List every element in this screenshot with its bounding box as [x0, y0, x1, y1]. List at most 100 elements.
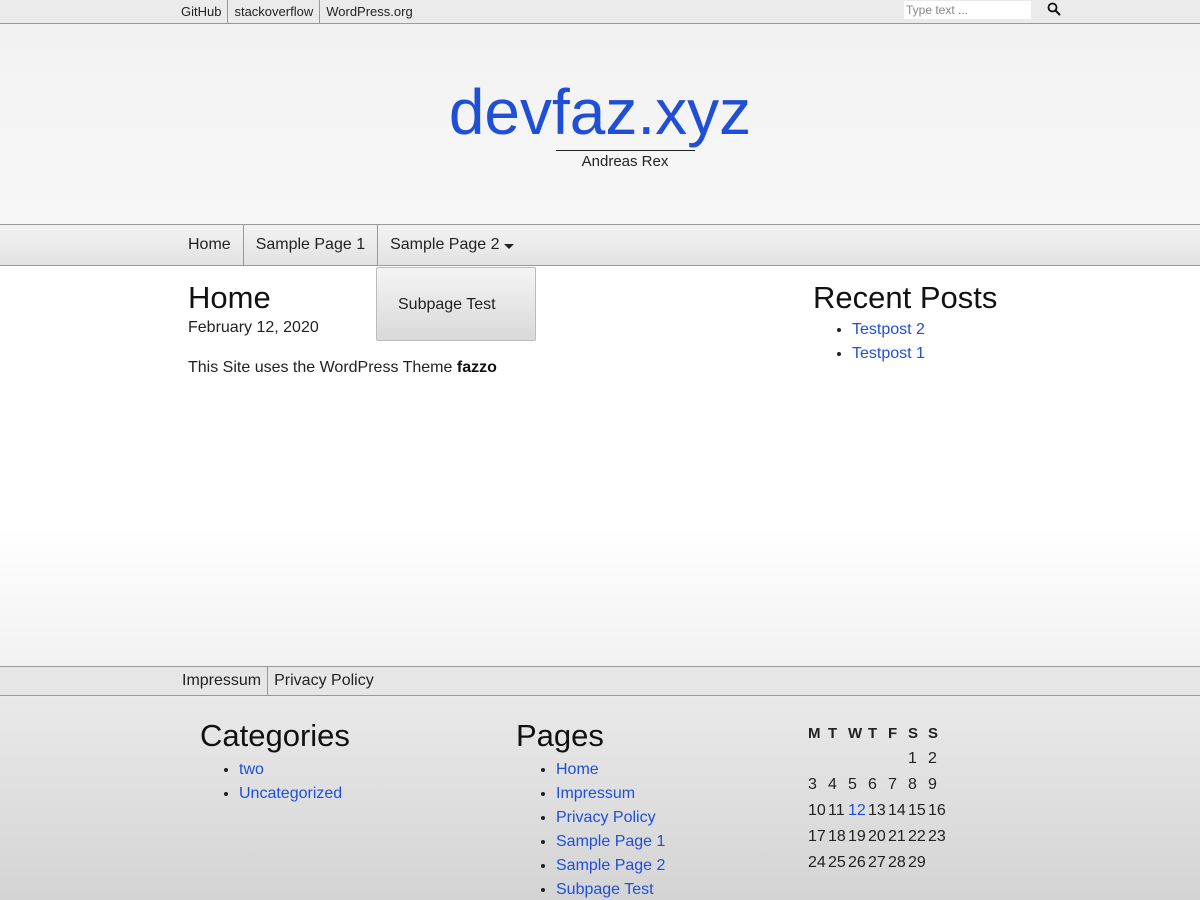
calendar-day: 28: [888, 854, 906, 871]
site-title[interactable]: devfaz.xyz: [0, 76, 1200, 148]
search-input[interactable]: [904, 1, 1031, 19]
nav-item-home[interactable]: Home: [176, 225, 243, 265]
dropdown-item-subpage-test[interactable]: Subpage Test: [398, 296, 496, 314]
calendar-day: 2: [928, 750, 937, 767]
calendar-weekday: S: [908, 724, 919, 742]
site-footer: Categories two Uncategorized Pages Home …: [0, 696, 1200, 900]
post-body-text: This Site uses the WordPress Theme: [188, 359, 457, 376]
calendar-day: 22: [908, 828, 926, 845]
list-item: Subpage Test: [556, 878, 665, 900]
calendar-day: 9: [928, 776, 937, 793]
page-title: Home: [188, 280, 271, 315]
nav-item-sample-page-2[interactable]: Sample Page 2: [377, 225, 525, 265]
calendar-day: 5: [848, 776, 857, 793]
list-item: Sample Page 2: [556, 854, 665, 878]
calendar-day: 3: [808, 776, 817, 793]
page-link[interactable]: Sample Page 2: [556, 857, 665, 874]
calendar-weekday: F: [888, 724, 898, 742]
calendar-week-row: 17 18 19 20 21 22 23: [808, 824, 948, 850]
calendar-day: 20: [868, 828, 886, 845]
calendar-day: 11: [828, 802, 845, 819]
main-navigation: Home Sample Page 1 Sample Page 2: [0, 224, 1200, 266]
list-item: Testpost 2: [852, 318, 925, 342]
calendar-weekday: W: [848, 724, 863, 742]
recent-post-link[interactable]: Testpost 1: [852, 345, 925, 362]
calendar-day: 6: [868, 776, 877, 793]
category-link[interactable]: Uncategorized: [239, 785, 342, 802]
nav-item-sample-page-1[interactable]: Sample Page 1: [242, 225, 377, 265]
calendar-day-link[interactable]: 12: [848, 798, 868, 824]
calendar-weekday-row: M T W T F S S: [808, 720, 948, 746]
calendar-week-row: 24 25 26 27 28 29: [808, 850, 948, 876]
calendar-day: 14: [888, 802, 906, 819]
top-links: GitHub stackoverflow WordPress.org: [175, 0, 419, 23]
top-link-stackoverflow[interactable]: stackoverflow: [227, 0, 319, 23]
page-link[interactable]: Impressum: [556, 785, 635, 802]
post-date: February 12, 2020: [188, 319, 319, 336]
search-icon: [1047, 2, 1061, 15]
calendar-day: 18: [828, 828, 846, 845]
list-item: two: [239, 758, 342, 782]
recent-posts-list: Testpost 2 Testpost 1: [852, 318, 925, 366]
calendar-day: [928, 850, 948, 876]
calendar-day: 16: [928, 802, 946, 819]
calendar-widget: M T W T F S S 1 2 3 4 5 6 7 8 9 10 11 12 13 14 15 16 17 1…: [808, 720, 948, 876]
footer-navigation: Impressum Privacy Policy: [0, 666, 1200, 696]
calendar-day: 13: [868, 802, 886, 819]
calendar-weekday: T: [828, 724, 838, 742]
list-item: Privacy Policy: [556, 806, 665, 830]
content-area: [0, 266, 1200, 666]
post-body: This Site uses the WordPress Theme fazzo: [188, 359, 497, 377]
calendar-day: 21: [888, 828, 906, 845]
calendar-week-row: 3456789: [808, 772, 948, 798]
nav-item-label: Sample Page 2: [390, 236, 500, 253]
calendar-week-row: 12: [808, 746, 948, 772]
category-link[interactable]: two: [239, 761, 264, 778]
page-link[interactable]: Subpage Test: [556, 881, 654, 898]
calendar-day: [888, 746, 908, 772]
list-item: Uncategorized: [239, 782, 342, 806]
nav-dropdown-menu: Subpage Test: [376, 267, 536, 341]
calendar-day: 23: [928, 828, 946, 845]
calendar-day: 15: [908, 802, 926, 819]
post-body-bold: fazzo: [456, 359, 497, 376]
list-item: Home: [556, 758, 665, 782]
pages-heading: Pages: [516, 718, 604, 753]
calendar-body: 1 2 3 4 5 6 7 8 9 10 11 12 13 14 15 16 17 18 19 20 21 22 23 24 2…: [808, 746, 948, 876]
search-button[interactable]: [1043, 1, 1065, 19]
site-header: devfaz.xyz Andreas Rex: [0, 24, 1200, 224]
calendar-day: 4: [828, 776, 837, 793]
footer-link-impressum[interactable]: Impressum: [176, 667, 267, 695]
recent-posts-heading: Recent Posts: [813, 280, 998, 315]
calendar-day: 26: [848, 854, 866, 871]
calendar-day: 17: [808, 828, 826, 845]
list-item: Impressum: [556, 782, 665, 806]
calendar-day: 19: [848, 828, 866, 845]
recent-post-link[interactable]: Testpost 2: [852, 321, 925, 338]
categories-list: two Uncategorized: [239, 758, 342, 806]
footer-link-privacy-policy[interactable]: Privacy Policy: [267, 667, 380, 695]
top-bar: GitHub stackoverflow WordPress.org: [0, 0, 1200, 24]
calendar-weekday: S: [928, 724, 939, 742]
page-link[interactable]: Home: [556, 761, 599, 778]
calendar-day: 7: [888, 776, 897, 793]
categories-heading: Categories: [200, 718, 350, 753]
caret-down-icon: [503, 243, 514, 249]
calendar-day: [868, 746, 888, 772]
top-link-github[interactable]: GitHub: [175, 0, 227, 23]
calendar-day: [828, 746, 848, 772]
calendar-day: [848, 746, 868, 772]
top-link-wordpress[interactable]: WordPress.org: [319, 0, 418, 23]
pages-list: Home Impressum Privacy Policy Sample Pag…: [556, 758, 665, 900]
calendar-day: 24: [808, 854, 826, 871]
nav-item-label: Sample Page 1: [255, 236, 366, 253]
calendar-day: [808, 746, 828, 772]
calendar-weekday: T: [868, 724, 878, 742]
calendar-day: 1: [908, 750, 917, 767]
page-link[interactable]: Sample Page 1: [556, 833, 665, 850]
calendar-day: 29: [908, 854, 926, 871]
title-divider: [556, 150, 695, 151]
site-tagline: Andreas Rex: [581, 153, 669, 170]
nav-item-label: Home: [188, 236, 231, 253]
page-link[interactable]: Privacy Policy: [556, 809, 656, 826]
